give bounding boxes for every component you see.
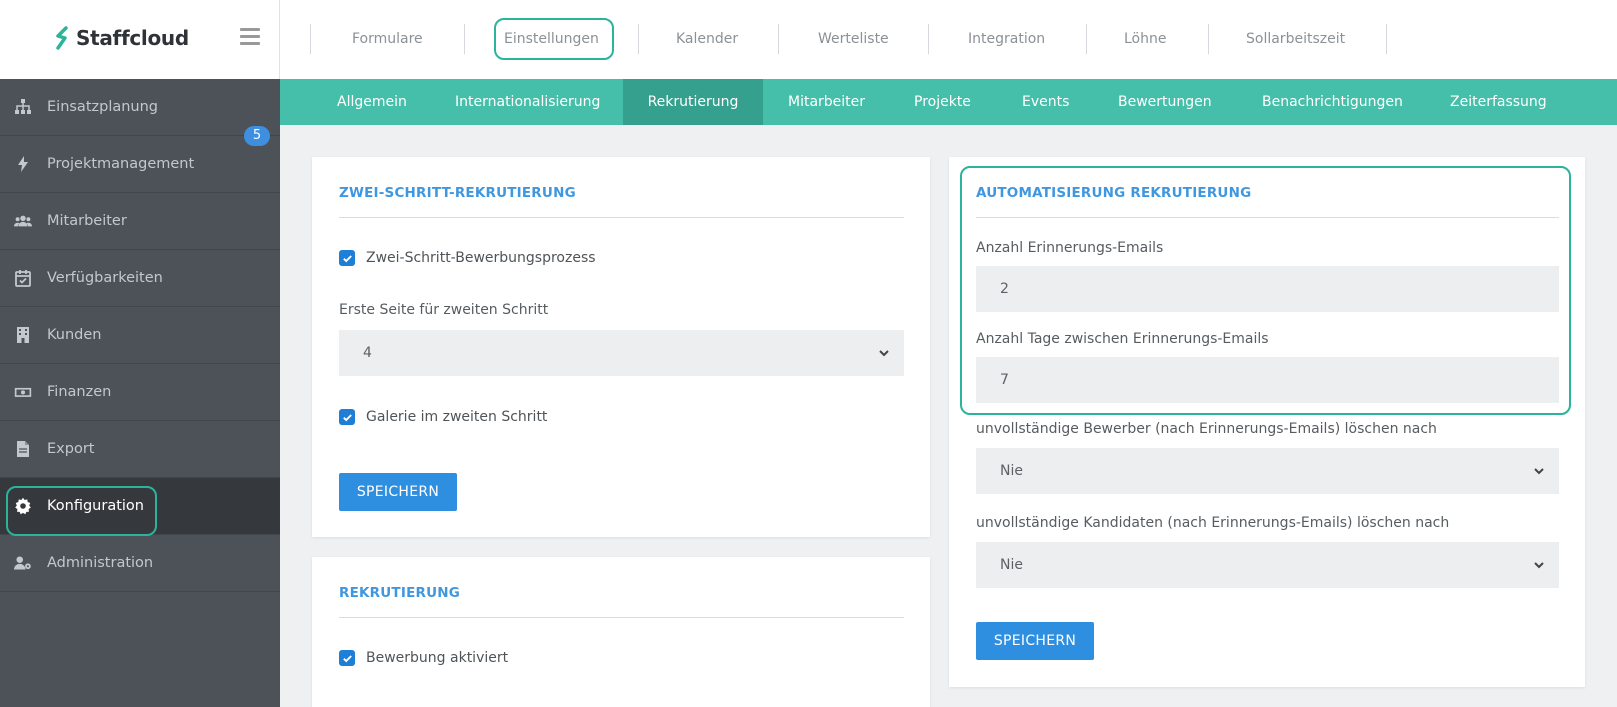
save-button[interactable]: SPEICHERN bbox=[976, 622, 1094, 660]
subtab-zeiterfassung[interactable]: Zeiterfassung bbox=[1450, 79, 1547, 125]
tab-separator bbox=[778, 24, 779, 54]
card-title: AUTOMATISIERUNG REKRUTIERUNG bbox=[976, 185, 1252, 201]
sidebar-item-label: Finanzen bbox=[47, 384, 112, 400]
application-enabled-checkbox[interactable]: Bewerbung aktiviert bbox=[339, 650, 508, 666]
sidebar: Staffcloud Einsatzplanung Projektmanagem… bbox=[0, 0, 280, 707]
tab-separator bbox=[928, 24, 929, 54]
sidebar-item-konfiguration[interactable]: Konfiguration bbox=[0, 478, 280, 535]
select-value: Nie bbox=[1000, 463, 1023, 479]
reminder-days-label: Anzahl Tage zwischen Erinnerungs-Emails bbox=[976, 331, 1269, 347]
reminder-days-input[interactable]: 7 bbox=[976, 357, 1559, 403]
checkbox-label: Bewerbung aktiviert bbox=[366, 650, 509, 666]
checkbox-checked-icon bbox=[339, 250, 355, 266]
sidebar-item-finanzen[interactable]: Finanzen bbox=[0, 364, 280, 421]
tab-separator bbox=[310, 24, 311, 54]
select-value: 4 bbox=[363, 345, 372, 361]
top-navigation: Formulare Einstellungen Kalender Werteli… bbox=[280, 0, 1617, 79]
subtab-bewertungen[interactable]: Bewertungen bbox=[1118, 79, 1212, 125]
sidebar-item-label: Verfügbarkeiten bbox=[47, 270, 163, 286]
recruiting-card: REKRUTIERUNG Bewerbung aktiviert bbox=[312, 557, 930, 707]
tab-formulare[interactable]: Formulare bbox=[352, 24, 423, 54]
settings-subnav: Allgemein Internationalisierung Rekrutie… bbox=[280, 79, 1617, 125]
delete-candidates-label: unvollständige Kandidaten (nach Erinneru… bbox=[976, 515, 1450, 531]
subtab-benachrichtigungen[interactable]: Benachrichtigungen bbox=[1262, 79, 1403, 125]
divider bbox=[976, 217, 1559, 218]
sidebar-item-label: Einsatzplanung bbox=[47, 99, 159, 115]
input-value: 7 bbox=[1000, 372, 1009, 388]
sidebar-item-administration[interactable]: Administration bbox=[0, 535, 280, 592]
brand-logo[interactable]: Staffcloud bbox=[54, 26, 189, 50]
staffcloud-logo-icon bbox=[56, 26, 68, 50]
subtab-rekrutierung[interactable]: Rekrutierung bbox=[623, 79, 763, 125]
sidebar-item-label: Konfiguration bbox=[47, 498, 144, 514]
building-icon bbox=[12, 326, 34, 344]
gallery-second-step-checkbox[interactable]: Galerie im zweiten Schritt bbox=[339, 409, 547, 425]
sidebar-item-mitarbeiter[interactable]: Mitarbeiter bbox=[0, 193, 280, 250]
sidebar-item-label: Administration bbox=[47, 555, 154, 571]
checkbox-checked-icon bbox=[339, 650, 355, 666]
save-button[interactable]: SPEICHERN bbox=[339, 473, 457, 511]
file-icon bbox=[12, 440, 34, 458]
money-icon bbox=[12, 383, 34, 401]
calendar-check-icon bbox=[12, 269, 34, 287]
delete-applicants-label: unvollständige Bewerber (nach Erinnerung… bbox=[976, 421, 1437, 437]
delete-candidates-select[interactable]: Nie bbox=[976, 542, 1559, 588]
tab-kalender[interactable]: Kalender bbox=[676, 24, 738, 54]
subtab-mitarbeiter[interactable]: Mitarbeiter bbox=[788, 79, 865, 125]
sidebar-item-verfuegbarkeiten[interactable]: Verfügbarkeiten bbox=[0, 250, 280, 307]
sidebar-item-label: Kunden bbox=[47, 327, 102, 343]
recruiting-automation-card: AUTOMATISIERUNG REKRUTIERUNG Anzahl Erin… bbox=[949, 157, 1585, 687]
first-page-select[interactable]: 4 bbox=[339, 330, 904, 376]
brand-header: Staffcloud bbox=[0, 0, 280, 79]
divider bbox=[339, 617, 904, 618]
input-value: 2 bbox=[1000, 281, 1009, 297]
tab-einstellungen[interactable]: Einstellungen bbox=[504, 24, 599, 54]
sidebar-item-kunden[interactable]: Kunden bbox=[0, 307, 280, 364]
sidebar-item-einsatzplanung[interactable]: Einsatzplanung bbox=[0, 79, 280, 136]
card-title: ZWEI-SCHRITT-REKRUTIERUNG bbox=[339, 185, 576, 201]
tab-sollarbeitszeit[interactable]: Sollarbeitszeit bbox=[1246, 24, 1345, 54]
two-step-recruiting-card: ZWEI-SCHRITT-REKRUTIERUNG Zwei-Schritt-B… bbox=[312, 157, 930, 537]
first-page-label: Erste Seite für zweiten Schritt bbox=[339, 302, 549, 318]
tab-integration[interactable]: Integration bbox=[968, 24, 1045, 54]
sidebar-item-label: Export bbox=[47, 441, 95, 457]
bolt-icon bbox=[12, 155, 34, 173]
subtab-internationalisierung[interactable]: Internationalisierung bbox=[455, 79, 600, 125]
sidebar-item-export[interactable]: Export bbox=[0, 421, 280, 478]
tab-separator bbox=[1208, 24, 1209, 54]
sidebar-item-projektmanagement[interactable]: Projektmanagement bbox=[0, 136, 280, 193]
user-cog-icon bbox=[12, 554, 34, 572]
brand-name: Staffcloud bbox=[76, 26, 189, 50]
gear-icon bbox=[12, 497, 34, 515]
users-icon bbox=[12, 212, 34, 230]
tab-loehne[interactable]: Löhne bbox=[1124, 24, 1166, 54]
tab-separator bbox=[1386, 24, 1387, 54]
divider bbox=[339, 217, 904, 218]
subtab-projekte[interactable]: Projekte bbox=[914, 79, 971, 125]
tab-separator bbox=[464, 24, 465, 54]
checkbox-label: Zwei-Schritt-Bewerbungsprozess bbox=[366, 250, 596, 266]
subtab-events[interactable]: Events bbox=[1022, 79, 1069, 125]
sidebar-nav: Einsatzplanung Projektmanagement Mitarbe… bbox=[0, 79, 280, 592]
two-step-process-checkbox[interactable]: Zwei-Schritt-Bewerbungsprozess bbox=[339, 250, 596, 266]
menu-toggle-icon[interactable] bbox=[240, 28, 260, 46]
sitemap-icon bbox=[12, 98, 34, 116]
sidebar-item-label: Projektmanagement bbox=[47, 156, 195, 172]
delete-applicants-select[interactable]: Nie bbox=[976, 448, 1559, 494]
card-title: REKRUTIERUNG bbox=[339, 585, 461, 601]
chevron-down-icon bbox=[1534, 562, 1544, 569]
chevron-down-icon bbox=[1534, 468, 1544, 475]
select-value: Nie bbox=[1000, 557, 1023, 573]
reminder-count-label: Anzahl Erinnerungs-Emails bbox=[976, 240, 1164, 256]
reminder-count-input[interactable]: 2 bbox=[976, 266, 1559, 312]
checkbox-checked-icon bbox=[339, 409, 355, 425]
mitarbeiter-count-badge: 5 bbox=[244, 126, 270, 146]
tab-separator bbox=[638, 24, 639, 54]
subtab-allgemein[interactable]: Allgemein bbox=[337, 79, 407, 125]
tab-werteliste[interactable]: Werteliste bbox=[818, 24, 889, 54]
tab-separator bbox=[1086, 24, 1087, 54]
checkbox-label: Galerie im zweiten Schritt bbox=[366, 409, 548, 425]
chevron-down-icon bbox=[879, 350, 889, 357]
sidebar-item-label: Mitarbeiter bbox=[47, 213, 127, 229]
